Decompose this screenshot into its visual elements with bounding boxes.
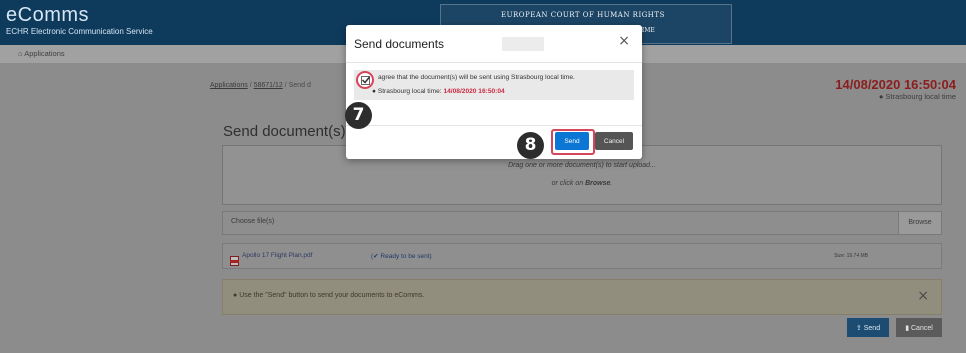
breadcrumb-applications[interactable]: Applications bbox=[210, 82, 248, 89]
breadcrumb-application-number[interactable]: 58671/12 bbox=[254, 82, 283, 89]
trash-icon: ▮ bbox=[905, 324, 910, 332]
page-send-button[interactable]: ⇪ Send bbox=[847, 318, 889, 337]
dropzone-instructions: Drag one or more document(s) to start up… bbox=[508, 162, 656, 169]
dialog-send-button[interactable]: Send bbox=[555, 132, 589, 150]
page-cancel-button[interactable]: ▮ Cancel bbox=[896, 318, 942, 337]
upload-icon: ⇪ bbox=[855, 324, 862, 332]
page-cancel-label: Cancel bbox=[911, 324, 933, 332]
dropzone-browse-hint: or click on Browse. bbox=[223, 180, 941, 187]
browse-button[interactable]: Browse bbox=[898, 212, 941, 234]
dialog-title: Send documents bbox=[354, 37, 445, 51]
dialog-cancel-button[interactable]: Cancel bbox=[595, 132, 633, 150]
court-title: EUROPEAN COURT OF HUMAN RIGHTS bbox=[501, 11, 665, 19]
checkmark-icon bbox=[361, 76, 371, 84]
home-icon: ⌂ bbox=[18, 49, 23, 58]
dialog-close-icon[interactable]: × bbox=[618, 33, 630, 49]
brand-name: eComms bbox=[6, 4, 90, 26]
applications-nav-label: Applications bbox=[24, 49, 65, 58]
file-chooser-placeholder: Choose file(s) bbox=[231, 218, 275, 225]
file-size: Size: 19.74 MB bbox=[834, 253, 868, 259]
time-zone-text: Strasbourg local time bbox=[885, 92, 956, 101]
alert-text: Use the "Send" button to send your docum… bbox=[239, 292, 425, 299]
step-8-marker: 8 bbox=[517, 132, 544, 159]
breadcrumb-separator: / bbox=[249, 82, 252, 89]
send-documents-dialog: Send documents × agree that the document… bbox=[346, 25, 642, 159]
brand-subtitle: ECHR Electronic Communication Service bbox=[6, 27, 153, 36]
file-name[interactable]: Apollo 17 Flight Plan.pdf bbox=[242, 252, 312, 259]
agree-label: agree that the document(s) will be sent … bbox=[378, 74, 575, 81]
applications-nav-link[interactable]: ⌂ Applications bbox=[18, 49, 65, 58]
clock-icon: ● bbox=[878, 92, 884, 101]
pdf-file-icon bbox=[230, 251, 239, 266]
dialog-local-time: ● Strasbourg local time: 14/08/2020 16:5… bbox=[372, 88, 505, 95]
clock-icon: ● bbox=[372, 88, 376, 95]
alert-close-icon[interactable]: × bbox=[917, 288, 929, 304]
dialog-local-time-value: 14/08/2020 16:50:04 bbox=[443, 88, 505, 95]
agree-checkbox[interactable] bbox=[361, 76, 371, 85]
agreement-panel: agree that the document(s) will be sent … bbox=[354, 70, 634, 100]
time-zone-label: ● Strasbourg local time bbox=[835, 92, 956, 101]
dropzone-browse-link[interactable]: Browse bbox=[585, 180, 610, 187]
file-chooser[interactable]: Choose file(s) Browse bbox=[222, 211, 942, 235]
current-time: 14/08/2020 16:50:04 bbox=[835, 77, 956, 92]
dropzone-period: . bbox=[610, 180, 613, 187]
dialog-footer-divider bbox=[346, 125, 642, 126]
info-alert: ● Use the "Send" button to send your doc… bbox=[222, 279, 942, 315]
agree-checkbox-highlight bbox=[356, 71, 374, 89]
dropzone-or-text: or click on bbox=[551, 180, 586, 187]
dialog-divider bbox=[346, 62, 642, 63]
page-title: Send document(s) bbox=[223, 123, 346, 140]
breadcrumb-separator: / bbox=[284, 82, 287, 89]
breadcrumb-current: Send d bbox=[288, 82, 311, 89]
breadcrumb: Applications / 58671/12 / Send d bbox=[210, 82, 311, 89]
brand[interactable]: eComms ECHR Electronic Communication Ser… bbox=[6, 4, 153, 36]
alert-message: ● Use the "Send" button to send your doc… bbox=[233, 292, 424, 299]
file-list-item: Apollo 17 Flight Plan.pdf (✔ Ready to be… bbox=[222, 243, 942, 269]
local-time-display: 14/08/2020 16:50:04 ● Strasbourg local t… bbox=[835, 77, 956, 101]
redacted-area bbox=[502, 37, 544, 51]
step-7-marker: 7 bbox=[345, 102, 372, 129]
dialog-local-time-label: Strasbourg local time: bbox=[377, 88, 442, 95]
info-icon: ● bbox=[233, 292, 238, 299]
page-send-label: Send bbox=[863, 324, 881, 332]
file-status: (✔ Ready to be sent) bbox=[371, 253, 432, 260]
